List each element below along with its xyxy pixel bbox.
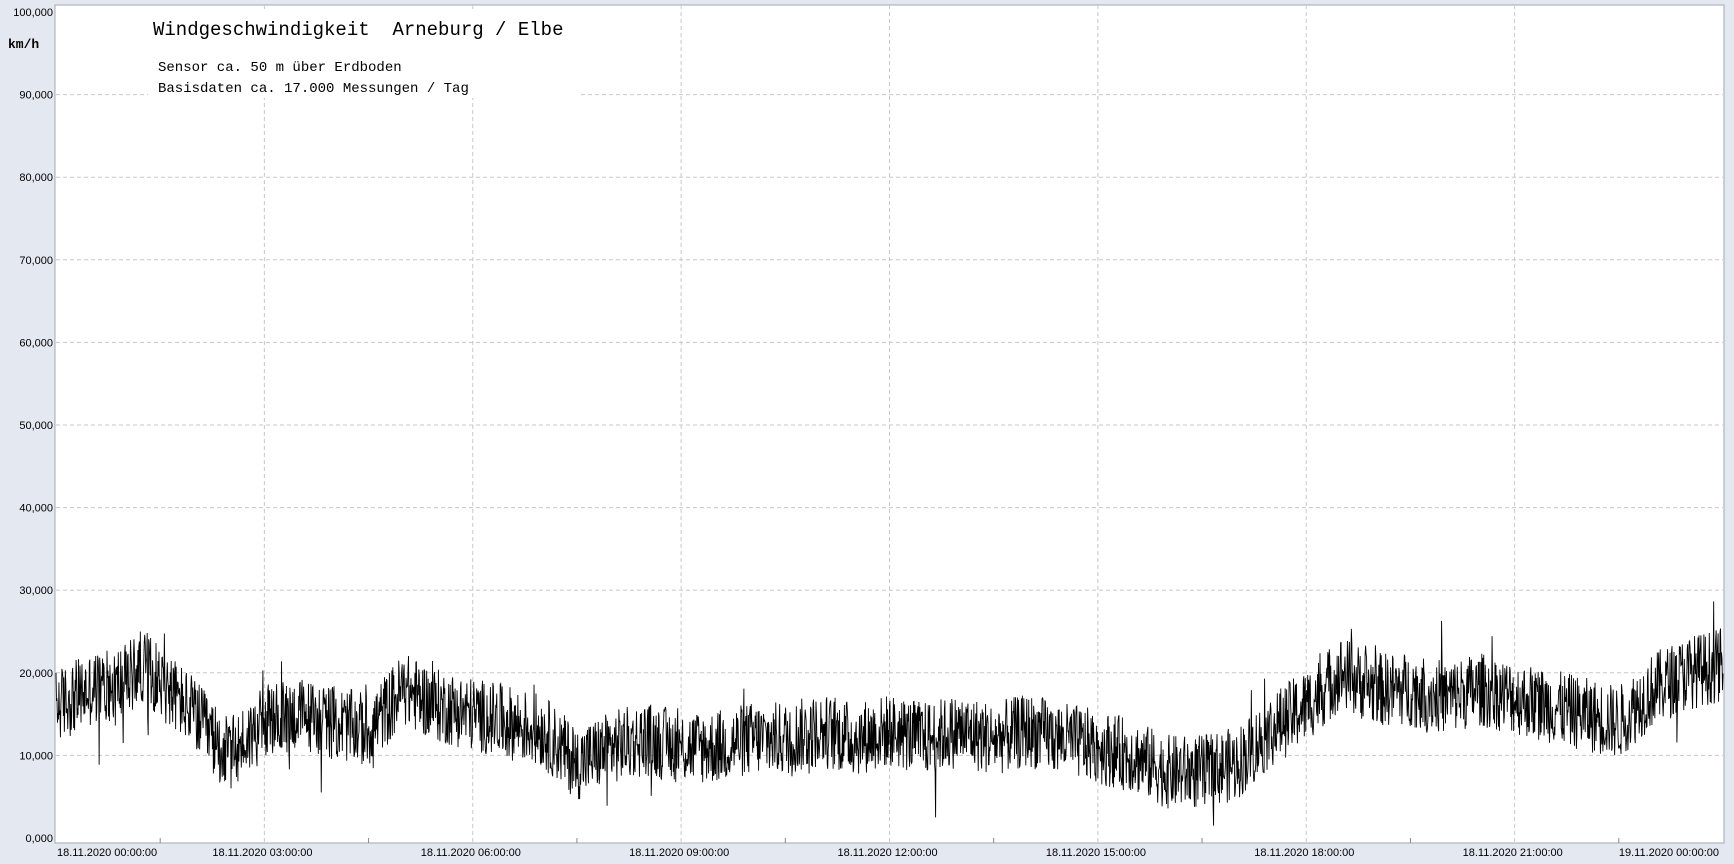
chart-subtitle-line-2: Basisdaten ca. 17.000 Messungen / Tag bbox=[158, 81, 469, 97]
y-tick-label: 100,000 bbox=[13, 7, 53, 19]
x-tick-label: 18.11.2020 18:00:00 bbox=[1254, 847, 1354, 859]
chart-subtitle-line-1: Sensor ca. 50 m über Erdboden bbox=[158, 60, 402, 76]
x-tick-label: 18.11.2020 06:00:00 bbox=[421, 847, 521, 859]
y-tick-label: 90,000 bbox=[19, 90, 53, 102]
y-tick-label: 50,000 bbox=[19, 420, 53, 432]
y-tick-label: 20,000 bbox=[19, 668, 53, 680]
x-tick-label: 18.11.2020 09:00:00 bbox=[629, 847, 729, 859]
y-tick-label: 40,000 bbox=[19, 503, 53, 515]
x-tick-label: 18.11.2020 12:00:00 bbox=[838, 847, 938, 859]
x-tick-label: 19.11.2020 00:00:00 bbox=[1619, 847, 1719, 859]
y-tick-label: 30,000 bbox=[19, 585, 53, 597]
wind-speed-chart: 0,000 10,000 20,000 30,000 40,000 50,000 60,00… bbox=[8, 4, 1725, 859]
chart-title: Windgeschwindigkeit Arneburg / Elbe bbox=[153, 19, 563, 41]
y-axis-ticks: 0,000 10,000 20,000 30,000 40,000 50,000 60,00… bbox=[13, 7, 53, 845]
x-tick-label: 18.11.2020 00:00:00 bbox=[57, 847, 157, 859]
x-tick-label: 18.11.2020 15:00:00 bbox=[1046, 847, 1146, 859]
x-tick-label: 18.11.2020 03:00:00 bbox=[212, 847, 312, 859]
y-tick-label: 60,000 bbox=[19, 337, 53, 349]
y-tick-label: 70,000 bbox=[19, 255, 53, 267]
y-axis-label: km/h bbox=[8, 37, 39, 52]
y-tick-label: 80,000 bbox=[19, 172, 53, 184]
y-tick-label: 0,000 bbox=[25, 833, 53, 845]
y-tick-label: 10,000 bbox=[19, 750, 53, 762]
x-tick-label: 18.11.2020 21:00:00 bbox=[1463, 847, 1563, 859]
